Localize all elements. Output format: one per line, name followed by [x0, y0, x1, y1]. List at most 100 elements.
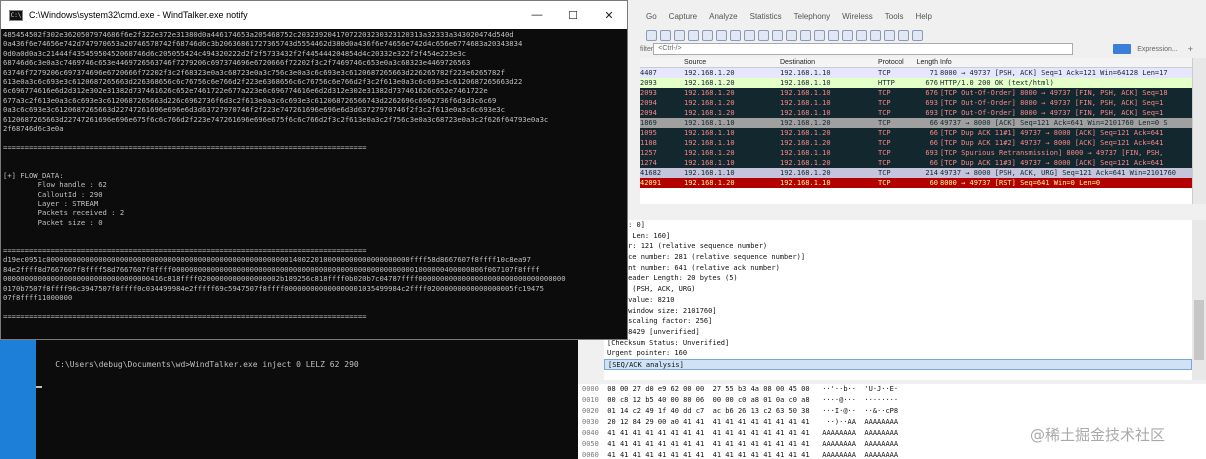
console-line: [+] FLOW_DATA: [3, 170, 64, 180]
packet-length: 693 [925, 149, 938, 157]
detail-line[interactable]: [SEQ/ACK analysis] [604, 358, 1192, 370]
packet-row[interactable]: 2093 192.168.1.20 192.168.1.10 HTTP 676 HTTP/… [640, 78, 1192, 88]
detail-line[interactable]: m: 0x8429 [unverified] [604, 327, 1192, 338]
toolbar-button-icon[interactable] [646, 29, 657, 41]
menu-item-go[interactable]: Go [640, 8, 663, 26]
detail-line[interactable]: ated window size: 2101760] [604, 306, 1192, 317]
toolbar-button-icon[interactable] [814, 29, 825, 41]
detail-line[interactable]: size value: 8210 [604, 295, 1192, 306]
detail-line[interactable]: Urgent pointer: 160 [604, 348, 1192, 359]
hex-row[interactable]: 0060 41 41 41 41 41 41 41 41 41 41 41 41… [578, 450, 1206, 459]
toolbar-button-icon[interactable] [884, 29, 895, 41]
toolbar-button-icon[interactable] [660, 29, 671, 41]
toolbar-button-icon[interactable] [800, 29, 811, 41]
packet-row[interactable]: 1095 192.168.1.10 192.168.1.20 TCP 66 [TCP Du… [640, 128, 1192, 138]
cmd-titlebar[interactable]: C:\ C:\Windows\system32\cmd.exe - WindTa… [1, 1, 627, 29]
details-scrollbar[interactable] [1192, 220, 1206, 380]
detail-line[interactable]: . = Header Length: 20 bytes (5) [604, 273, 1192, 284]
minimize-button[interactable]: — [519, 9, 555, 21]
col-destination[interactable]: Destination [780, 58, 878, 67]
hex-offset: 0010 [582, 396, 599, 404]
menu-item-wireless[interactable]: Wireless [836, 8, 879, 26]
toolbar-button-icon[interactable] [758, 29, 769, 41]
hex-bytes: 41 41 41 41 41 41 41 41 41 41 41 41 41 4… [607, 451, 810, 459]
toolbar-button-icon[interactable] [870, 29, 881, 41]
packet-row[interactable]: 2094 192.168.1.20 192.168.1.10 TCP 693 [TCP O… [640, 98, 1192, 108]
packet-length: 676 [925, 89, 938, 97]
toolbar-button-icon[interactable] [674, 29, 685, 41]
packet-row[interactable]: 42091 192.168.1.20 192.168.1.10 TCP 60 8000 →… [640, 178, 1192, 188]
packet-list[interactable]: Source Destination Protocol Length Info … [640, 58, 1192, 204]
packet-row[interactable]: 1257 192.168.1.20 192.168.1.10 TCP 693 [TCP S… [640, 148, 1192, 158]
packet-row[interactable]: 1274 192.168.1.10 192.168.1.20 TCP 66 [TCP Du… [640, 158, 1192, 168]
cmd-window-notify[interactable]: C:\ C:\Windows\system32\cmd.exe - WindTa… [0, 0, 628, 340]
packet-list-scrollbar[interactable] [1192, 58, 1206, 204]
display-filter-input[interactable]: <Ctrl-/> [653, 43, 1074, 55]
packet-info: [TCP Out-Of-Order] 8000 → 49737 [FIN, PS… [940, 109, 1164, 117]
packet-row[interactable]: 4407 192.168.1.20 192.168.1.10 TCP 71 8000 → … [640, 68, 1192, 78]
packet-details[interactable]: index: 0]gment Len: 160]number: 121 (rel… [604, 220, 1192, 380]
menu-item-help[interactable]: Help [909, 8, 937, 26]
detail-line[interactable]: 0x038 (PSH, ACK, URG) [604, 284, 1192, 295]
packet-info: 49737 → 8000 [ACK] Seq=121 Ack=641 Win=2… [940, 119, 1168, 127]
col-source[interactable]: Source [684, 58, 780, 67]
hex-offset: 0020 [582, 407, 599, 415]
toolbar-button-icon[interactable] [772, 29, 783, 41]
toolbar-button-icon[interactable] [898, 29, 909, 41]
packet-bytes[interactable]: 0000 08 00 27 d0 e9 62 00 00 27 55 b3 4a… [578, 384, 1206, 459]
toolbar-button-icon[interactable] [716, 29, 727, 41]
details-scrollbar-thumb[interactable] [1194, 300, 1204, 360]
hex-row[interactable]: 0020 01 14 c2 49 1f 40 dd c7 ac b6 26 13… [578, 406, 1206, 417]
detail-line[interactable]: number: 121 (relative sequence number) [604, 241, 1192, 252]
packet-source: 192.168.1.20 [684, 69, 735, 77]
packet-row[interactable]: 41682 192.168.1.10 192.168.1.20 TCP 214 49737… [640, 168, 1192, 178]
toolbar-button-icon[interactable] [786, 29, 797, 41]
packet-row[interactable]: 1108 192.168.1.10 192.168.1.20 TCP 66 [TCP Du… [640, 138, 1192, 148]
toolbar-button-icon[interactable] [842, 29, 853, 41]
hex-ascii: ····@··· ········ [822, 396, 899, 404]
packet-protocol: HTTP [878, 79, 895, 87]
toolbar-button-icon[interactable] [856, 29, 867, 41]
apply-filter-arrow-icon[interactable] [1113, 44, 1132, 54]
col-protocol[interactable]: Protocol [878, 58, 916, 67]
maximize-button[interactable]: ☐ [555, 9, 591, 22]
toolbar-button-icon[interactable] [912, 29, 923, 41]
console-input-area[interactable]: C:\Users\debug\Documents\wd>WindTalker.e… [36, 348, 359, 410]
detail-line[interactable]: gment Len: 160] [604, 231, 1192, 242]
hex-offset: 0060 [582, 451, 599, 459]
detail-line[interactable]: edgment number: 641 (relative ack number… [604, 263, 1192, 274]
toolbar-button-icon[interactable] [688, 29, 699, 41]
toolbar-button-icon[interactable] [744, 29, 755, 41]
hex-row[interactable]: 0000 08 00 27 d0 e9 62 00 00 27 55 b3 4a… [578, 384, 1206, 395]
packet-row[interactable]: 2093 192.168.1.20 192.168.1.10 TCP 676 [TCP O… [640, 88, 1192, 98]
menu-item-telephony[interactable]: Telephony [788, 8, 836, 26]
detail-line[interactable]: size scaling factor: 256] [604, 316, 1192, 327]
hex-row[interactable]: 0010 00 c8 12 b5 40 00 80 06 00 00 c0 a8… [578, 395, 1206, 406]
packet-no: 41682 [640, 169, 662, 177]
col-length[interactable]: Length [916, 58, 940, 67]
packet-length: 66 [929, 139, 938, 147]
col-no[interactable] [640, 58, 684, 67]
packet-destination: 192.168.1.20 [780, 159, 831, 167]
cmd-window-inject[interactable]: C:\Users\debug\Documents\wd>WindTalker.e… [0, 340, 578, 459]
expression-button[interactable]: Expression... [1137, 46, 1177, 53]
detail-line[interactable]: equence number: 281 (relative sequence n… [604, 252, 1192, 263]
menu-item-capture[interactable]: Capture [663, 8, 703, 26]
toolbar-button-icon[interactable] [702, 29, 713, 41]
add-filter-button[interactable]: + [1188, 44, 1193, 54]
detail-line[interactable]: index: 0] [604, 220, 1192, 231]
toolbar-button-icon[interactable] [730, 29, 741, 41]
menu-item-tools[interactable]: Tools [879, 8, 910, 26]
console-output[interactable]: 485454502f302e3620507974686f6e2f322e372e… [1, 29, 627, 339]
hex-ascii: AAAAAAAA AAAAAAAA [822, 440, 899, 448]
packet-row[interactable]: 1869 192.168.1.10 192.168.1.20 TCP 66 49737 →… [640, 118, 1192, 128]
toolbar-button-icon[interactable] [828, 29, 839, 41]
packet-info: [TCP Dup ACK 11#1] 49737 → 8000 [ACK] Se… [940, 129, 1164, 137]
menu-item-statistics[interactable]: Statistics [744, 8, 788, 26]
close-button[interactable]: ✕ [591, 9, 627, 22]
packet-row[interactable]: 2094 192.168.1.20 192.168.1.10 TCP 693 [TCP O… [640, 108, 1192, 118]
col-info[interactable]: Info [940, 58, 1192, 67]
detail-line[interactable]: [Checksum Status: Unverified] [604, 338, 1192, 349]
packet-list-header: Source Destination Protocol Length Info [640, 58, 1192, 68]
menu-item-analyze[interactable]: Analyze [703, 8, 743, 26]
